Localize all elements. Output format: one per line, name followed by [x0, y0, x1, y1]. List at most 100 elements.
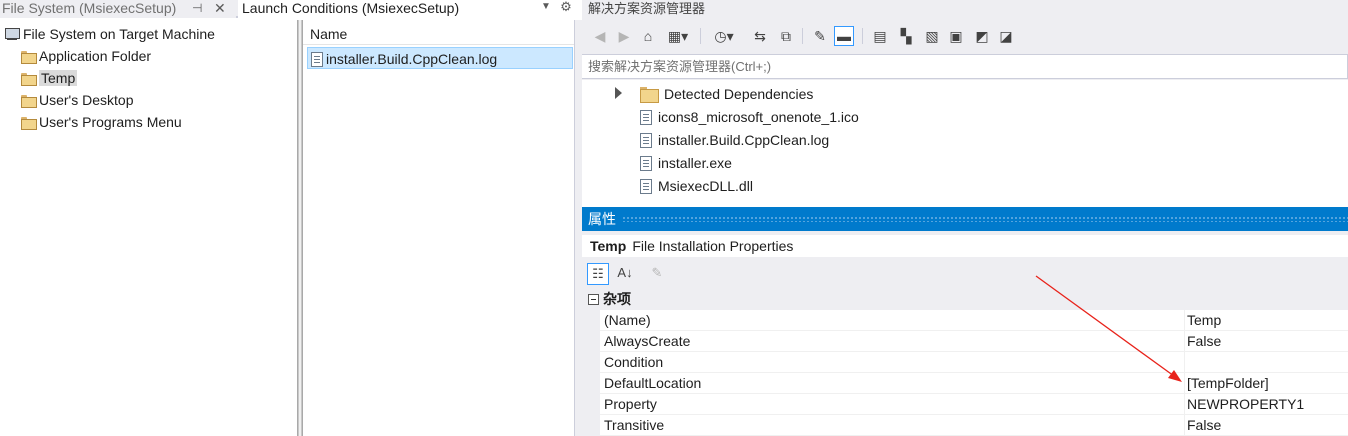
- tab-file-system[interactable]: File System (MsiexecSetup) ⊣ ✕: [0, 0, 236, 18]
- tree-item-users-desktop[interactable]: User's Desktop: [20, 90, 133, 110]
- property-value[interactable]: False: [1187, 331, 1221, 352]
- solution-explorer-tree: Detected Dependencies icons8_microsoft_o…: [582, 80, 1348, 205]
- expand-arrow-icon[interactable]: [615, 87, 622, 99]
- folder-icon: [20, 115, 37, 130]
- se-item-file[interactable]: MsiexecDLL.dll: [640, 175, 753, 197]
- sync-icon[interactable]: ⇆: [750, 26, 770, 46]
- tree-root-label: File System on Target Machine: [23, 26, 215, 42]
- file-list: Name installer.Build.CppClean.log: [302, 20, 575, 436]
- switch-views-icon[interactable]: ▦▾: [662, 26, 694, 46]
- grid-gutter: [582, 310, 600, 436]
- categorized-icon[interactable]: ☷: [587, 263, 609, 285]
- properties-title-bar: 属性: [582, 207, 1348, 231]
- tree-item-label: Application Folder: [39, 48, 152, 64]
- collapse-all-icon[interactable]: ⧉: [776, 26, 796, 46]
- pin-icon[interactable]: ⊣: [192, 0, 202, 16]
- property-name: AlwaysCreate: [604, 333, 691, 349]
- tree-item-application-folder[interactable]: Application Folder: [20, 46, 151, 66]
- tree-item-label: User's Desktop: [39, 92, 134, 108]
- property-row[interactable]: Transitive False: [600, 415, 1348, 436]
- property-row[interactable]: AlwaysCreate False: [600, 331, 1348, 352]
- se-item-label: installer.Build.CppClean.log: [658, 132, 830, 148]
- properties-wrench-icon[interactable]: ✎: [810, 26, 830, 46]
- file-types-editor-icon[interactable]: ▧: [922, 26, 942, 46]
- home-icon[interactable]: ⌂: [638, 26, 658, 46]
- file-system-tree: File System on Target Machine Applicatio…: [0, 20, 298, 436]
- se-item-label: icons8_microsoft_onenote_1.ico: [658, 109, 859, 125]
- object-type: File Installation Properties: [632, 238, 794, 254]
- property-value[interactable]: False: [1187, 415, 1221, 436]
- property-value[interactable]: NEWPROPERTY1: [1187, 394, 1304, 415]
- se-item-file[interactable]: installer.exe: [640, 152, 732, 174]
- list-item[interactable]: installer.Build.CppClean.log: [307, 47, 573, 69]
- property-row[interactable]: (Name) Temp: [600, 310, 1348, 331]
- category-row[interactable]: 杂项: [582, 289, 1348, 310]
- solution-explorer-search-input[interactable]: 搜索解决方案资源管理器(Ctrl+;): [582, 54, 1348, 79]
- tab-file-system-label: File System (MsiexecSetup): [2, 0, 177, 16]
- pane-splitter[interactable]: [574, 20, 582, 436]
- se-item-file[interactable]: installer.Build.CppClean.log: [640, 129, 829, 151]
- properties-window: 属性 Temp File Installation Properties ☷ A↓…: [582, 207, 1348, 436]
- tab-launch-conditions-label: Launch Conditions (MsiexecSetup): [242, 0, 460, 16]
- property-name: Transitive: [604, 417, 665, 433]
- folder-icon: [20, 49, 37, 64]
- launch-conditions-editor-icon[interactable]: ◪: [996, 26, 1016, 46]
- category-label: 杂项: [603, 291, 631, 307]
- se-item-file[interactable]: icons8_microsoft_onenote_1.ico: [640, 106, 859, 128]
- alphabetical-icon[interactable]: A↓: [614, 263, 636, 285]
- list-item-label: installer.Build.CppClean.log: [326, 51, 498, 67]
- property-name: Property: [604, 396, 657, 412]
- gear-icon[interactable]: ⚙: [558, 0, 574, 16]
- tree-item-label: Temp: [39, 70, 78, 86]
- tree-item-temp[interactable]: Temp: [20, 68, 78, 88]
- document-tab-bar: File System (MsiexecSetup) ⊣ ✕ Launch Co…: [0, 0, 578, 18]
- chevron-down-icon[interactable]: ▼: [538, 0, 554, 16]
- tree-item-users-programs-menu[interactable]: User's Programs Menu: [20, 112, 182, 132]
- property-name: (Name): [604, 312, 651, 328]
- document-icon: [640, 179, 652, 194]
- tree-root[interactable]: File System on Target Machine: [4, 24, 215, 44]
- properties-toolbar: ☷ A↓ ✎: [582, 259, 1348, 287]
- se-item-label: installer.exe: [658, 155, 732, 171]
- property-name: DefaultLocation: [604, 375, 702, 391]
- back-icon[interactable]: ◀: [590, 26, 610, 46]
- folder-icon: [640, 87, 659, 103]
- property-row[interactable]: Property NEWPROPERTY1: [600, 394, 1348, 415]
- document-icon: [640, 133, 652, 148]
- se-item-detected-dependencies[interactable]: Detected Dependencies: [615, 83, 813, 105]
- object-name: Temp: [590, 238, 627, 254]
- folder-icon: [20, 93, 37, 108]
- collapse-icon[interactable]: [588, 294, 599, 305]
- se-item-label: Detected Dependencies: [664, 86, 814, 102]
- properties-title: 属性: [588, 211, 616, 227]
- registry-editor-icon[interactable]: ▚: [896, 26, 916, 46]
- property-value[interactable]: [TempFolder]: [1187, 373, 1269, 394]
- document-icon: [311, 52, 323, 67]
- forward-icon[interactable]: ▶: [614, 26, 634, 46]
- property-name: Condition: [604, 354, 664, 370]
- title-bar-grip: [622, 216, 1348, 222]
- solution-explorer: 解决方案资源管理器 ◀ ▶ ⌂ ▦▾ ◷▾ ⇆ ⧉ ✎ ▬ ▤ ▚ ▧ ▣ ◩ …: [582, 0, 1348, 205]
- property-grid: 杂项 (Name) Temp AlwaysCreate False Conditio…: [582, 289, 1348, 436]
- property-pages-wrench-icon[interactable]: ✎: [646, 263, 668, 285]
- folder-open-icon: [20, 71, 37, 86]
- preview-icon[interactable]: ▬: [834, 26, 854, 46]
- property-value[interactable]: Temp: [1187, 310, 1221, 331]
- computer-icon: [4, 27, 20, 41]
- user-interface-editor-icon[interactable]: ▣: [946, 26, 966, 46]
- property-row[interactable]: Condition: [600, 352, 1348, 373]
- object-selector[interactable]: Temp File Installation Properties: [582, 235, 1348, 257]
- property-row[interactable]: DefaultLocation [TempFolder]: [600, 373, 1348, 394]
- tree-item-label: User's Programs Menu: [39, 114, 182, 130]
- close-icon[interactable]: ✕: [214, 0, 226, 16]
- pending-changes-filter-icon[interactable]: ◷▾: [708, 26, 740, 46]
- column-header-name[interactable]: Name: [303, 23, 575, 45]
- solution-explorer-toolbar: ◀ ▶ ⌂ ▦▾ ◷▾ ⇆ ⧉ ✎ ▬ ▤ ▚ ▧ ▣ ◩ ◪: [582, 22, 1348, 50]
- solution-explorer-title: 解决方案资源管理器: [582, 0, 1348, 18]
- se-item-label: MsiexecDLL.dll: [658, 178, 753, 194]
- document-icon: [640, 156, 652, 171]
- custom-actions-editor-icon[interactable]: ◩: [972, 26, 992, 46]
- file-system-editor-icon[interactable]: ▤: [870, 26, 890, 46]
- document-icon: [640, 110, 652, 125]
- tab-launch-conditions[interactable]: Launch Conditions (MsiexecSetup): [238, 0, 578, 18]
